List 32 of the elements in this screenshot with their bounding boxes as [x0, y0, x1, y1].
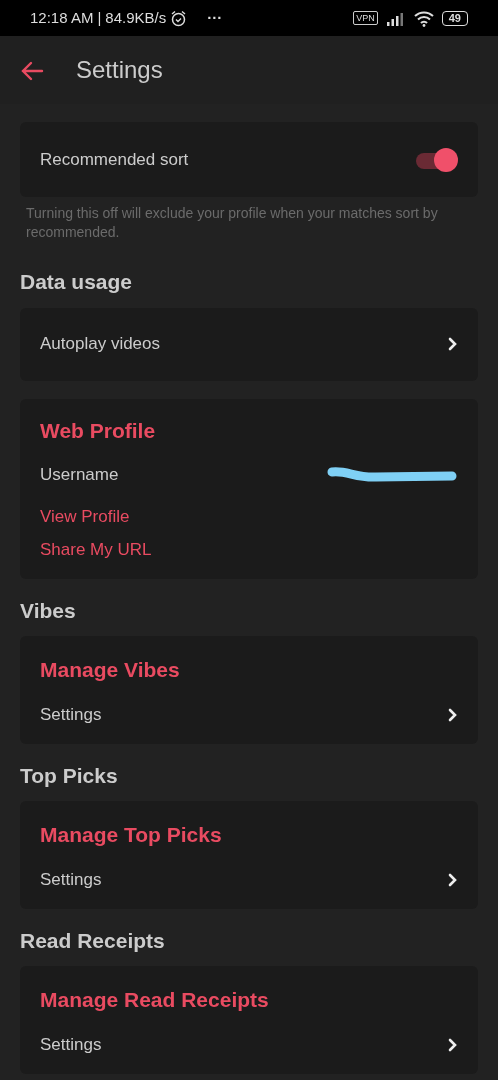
settings-row[interactable]: Settings [40, 685, 458, 744]
card-title: Manage Vibes [40, 657, 181, 683]
section-heading: Read Receipts [20, 927, 166, 954]
settings-row[interactable]: Settings [40, 850, 458, 909]
card-title: Manage Top Picks [40, 822, 223, 848]
section-heading: Vibes [20, 597, 77, 624]
section-heading: Top Picks [20, 762, 119, 789]
settings-row[interactable]: Settings [40, 1015, 458, 1074]
separator-text: | [97, 7, 102, 28]
battery-level: 49 [441, 10, 468, 26]
status-time: 12:18 AM [30, 7, 94, 28]
section-heading: Data usage [20, 269, 134, 295]
alarm-icon [170, 10, 188, 28]
profile-link[interactable]: View Profile [40, 503, 130, 529]
card-title: Web Profile [40, 417, 157, 444]
chevron-icon [448, 1037, 458, 1052]
wifi-icon [413, 10, 434, 27]
vpn-badge: VPN [353, 11, 378, 25]
setting-label: Recommended sort [40, 148, 189, 171]
network-speed: 84.9KB/s [105, 7, 167, 28]
signal-icon [385, 11, 406, 26]
field-label: Username [40, 464, 119, 486]
card-title: Manage Read Receipts [40, 987, 270, 1013]
chevron-icon [448, 337, 458, 351]
chevron-icon [448, 707, 458, 722]
settings-row[interactable]: Autoplay videos [40, 307, 458, 381]
toggle-switch[interactable] [416, 147, 458, 172]
profile-link[interactable]: Share My URL [40, 537, 152, 563]
page-title: Settings [76, 55, 163, 85]
chevron-icon [448, 872, 458, 887]
hint-text: Turning this off will exclude your profile when your matches sort by recommended. [26, 204, 439, 242]
more-text: ··· [207, 7, 223, 28]
